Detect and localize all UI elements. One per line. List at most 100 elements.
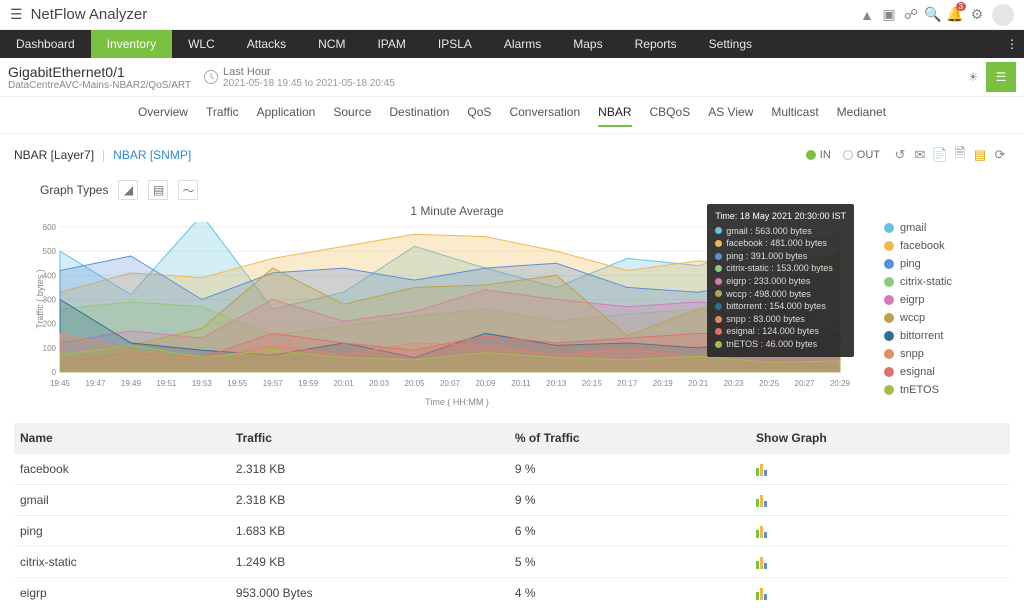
nav-item-dashboard[interactable]: Dashboard <box>0 30 91 58</box>
legend-item[interactable]: ping <box>884 258 1004 270</box>
tab-nbar[interactable]: NBAR <box>598 105 631 127</box>
svg-text:600: 600 <box>43 223 57 232</box>
tab-multicast[interactable]: Multicast <box>771 105 818 127</box>
nav-item-reports[interactable]: Reports <box>619 30 693 58</box>
table-header[interactable]: Show Graph <box>750 423 1010 454</box>
table-header[interactable]: Traffic <box>230 423 509 454</box>
legend-item[interactable]: gmail <box>884 222 1004 234</box>
table-header[interactable]: % of Traffic <box>509 423 750 454</box>
notifications-icon[interactable]: 🔔3 <box>944 6 966 23</box>
legend-item[interactable]: tnETOS <box>884 384 1004 396</box>
nav-item-inventory[interactable]: Inventory <box>91 30 172 58</box>
legend-item[interactable]: wccp <box>884 312 1004 324</box>
nav-item-wlc[interactable]: WLC <box>172 30 231 58</box>
legend-item[interactable]: snpp <box>884 348 1004 360</box>
nav-item-attacks[interactable]: Attacks <box>231 30 302 58</box>
tab-source[interactable]: Source <box>333 105 371 127</box>
table-row: eigrp953.000 Bytes4 % <box>14 578 1010 609</box>
in-dot-icon <box>806 150 816 160</box>
apps-grid-icon[interactable]: ☰ <box>10 6 23 23</box>
clock-icon <box>203 69 219 85</box>
show-graph-button[interactable] <box>750 485 1010 516</box>
svg-text:20:05: 20:05 <box>405 379 426 388</box>
svg-text:0: 0 <box>52 368 57 377</box>
pdf-icon[interactable]: 📄 <box>930 147 950 163</box>
panel-header: NBAR [Layer7] | NBAR [SNMP] IN OUT ↺ ✉ 📄… <box>0 134 1024 176</box>
svg-text:500: 500 <box>43 247 57 256</box>
chart-tooltip: Time: 18 May 2021 20:30:00 ISTgmail : 56… <box>707 204 854 357</box>
tab-destination[interactable]: Destination <box>389 105 449 127</box>
sub-tabs: Overview Traffic Application Source Destinat… <box>0 97 1024 134</box>
show-graph-button[interactable] <box>750 516 1010 547</box>
svg-text:20:29: 20:29 <box>830 379 850 388</box>
table-row: citrix-static1.249 KB5 % <box>14 547 1010 578</box>
nav-item-ipam[interactable]: IPAM <box>361 30 421 58</box>
support-icon[interactable]: ☍ <box>900 6 922 23</box>
legend-item[interactable]: citrix-static <box>884 276 1004 288</box>
in-out-toggle[interactable]: IN OUT <box>802 149 880 161</box>
brand-title: NetFlow Analyzer <box>31 6 148 23</box>
tab-application[interactable]: Application <box>257 105 316 127</box>
legend-item[interactable]: esignal <box>884 366 1004 378</box>
line-chart-type-icon[interactable]: 〜 <box>178 180 198 200</box>
bar-chart-icon[interactable]: ▤ <box>970 147 990 163</box>
svg-text:20:23: 20:23 <box>724 379 745 388</box>
svg-text:20:25: 20:25 <box>759 379 780 388</box>
search-icon[interactable]: 🔍 <box>922 6 944 23</box>
interface-name: GigabitEthernet0/1 <box>8 64 191 80</box>
table-row: ping1.683 KB6 % <box>14 516 1010 547</box>
hamburger-icon[interactable]: ☰ <box>986 62 1016 92</box>
nbar-layer7-tab[interactable]: NBAR [Layer7] <box>14 148 94 162</box>
svg-text:20:13: 20:13 <box>546 379 567 388</box>
avatar[interactable] <box>992 4 1014 26</box>
table-header[interactable]: Name <box>14 423 230 454</box>
nav-item-alarms[interactable]: Alarms <box>488 30 557 58</box>
svg-text:19:57: 19:57 <box>263 379 284 388</box>
bar-chart-type-icon[interactable]: ▤ <box>148 180 168 200</box>
mail-icon[interactable]: ✉ <box>910 147 930 163</box>
csv-icon[interactable]: 🗎 <box>950 144 970 166</box>
show-graph-button[interactable] <box>750 547 1010 578</box>
tab-cbqos[interactable]: CBQoS <box>650 105 691 127</box>
tab-overview[interactable]: Overview <box>138 105 188 127</box>
nav-more-icon[interactable]: ⋮ <box>1000 30 1024 58</box>
context-bar: GigabitEthernet0/1 DataCentreAVC-Mains-N… <box>0 58 1024 97</box>
tab-traffic[interactable]: Traffic <box>206 105 239 127</box>
tab-as-view[interactable]: AS View <box>708 105 753 127</box>
interface-path: DataCentreAVC-Mains-NBAR2/QoS/ART <box>8 80 191 91</box>
chart-ylabel: Traffic ( bytes ) <box>35 269 45 329</box>
gear-icon[interactable]: ⚙ <box>966 6 988 23</box>
tab-medianet[interactable]: Medianet <box>837 105 886 127</box>
traffic-table: NameTraffic% of TrafficShow Graph facebo… <box>14 423 1010 608</box>
tab-qos[interactable]: QoS <box>467 105 491 127</box>
time-range-label: Last Hour <box>223 66 395 78</box>
show-graph-button[interactable] <box>750 578 1010 609</box>
show-graph-button[interactable] <box>750 454 1010 485</box>
nav-item-ncm[interactable]: NCM <box>302 30 361 58</box>
svg-text:19:55: 19:55 <box>227 379 248 388</box>
monitor-icon[interactable]: ▣ <box>878 6 900 23</box>
legend-item[interactable]: facebook <box>884 240 1004 252</box>
area-chart-type-icon[interactable]: ◢ <box>118 180 138 200</box>
legend-item[interactable]: eigrp <box>884 294 1004 306</box>
history-icon[interactable]: ↺ <box>890 147 910 163</box>
svg-text:19:49: 19:49 <box>121 379 142 388</box>
legend-item[interactable]: bittorrent <box>884 330 1004 342</box>
nav-item-maps[interactable]: Maps <box>557 30 618 58</box>
svg-text:19:59: 19:59 <box>298 379 319 388</box>
nav-item-settings[interactable]: Settings <box>693 30 768 58</box>
time-range-value: 2021-05-18 19:45 to 2021-05-18 20:45 <box>223 78 395 89</box>
nav-item-ipsla[interactable]: IPSLA <box>422 30 488 58</box>
svg-text:19:53: 19:53 <box>192 379 213 388</box>
rocket-icon[interactable]: ▲ <box>856 7 878 23</box>
interface-title-box: GigabitEthernet0/1 DataCentreAVC-Mains-N… <box>8 64 191 91</box>
svg-text:20:19: 20:19 <box>653 379 674 388</box>
alarm-toggle-icon[interactable]: ☀ <box>960 64 986 90</box>
nbar-snmp-tab[interactable]: NBAR [SNMP] <box>113 148 191 162</box>
table-row: facebook2.318 KB9 % <box>14 454 1010 485</box>
table-row: gmail2.318 KB9 % <box>14 485 1010 516</box>
tab-conversation[interactable]: Conversation <box>509 105 580 127</box>
refresh-icon[interactable]: ⟳ <box>990 147 1010 163</box>
chart-legend: gmail facebook ping citrix-static eigrp wccp b… <box>884 204 1004 407</box>
time-range-selector[interactable]: Last Hour 2021-05-18 19:45 to 2021-05-18… <box>203 66 395 89</box>
